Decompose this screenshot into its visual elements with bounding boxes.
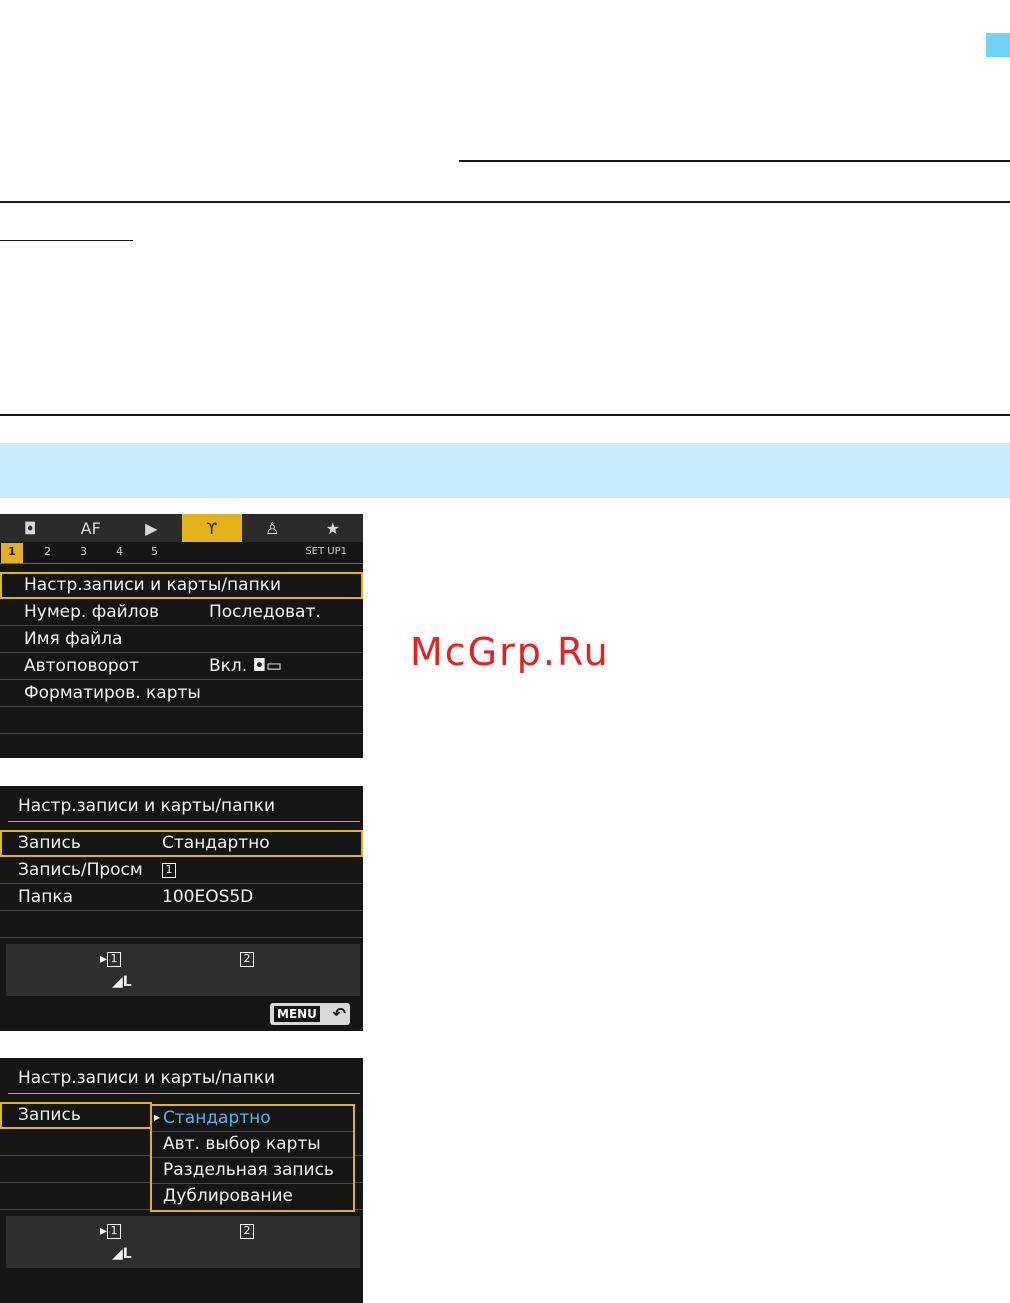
menu-item-file-name[interactable]: Имя файла bbox=[0, 626, 363, 653]
setting-value: Стандартно bbox=[162, 833, 270, 853]
camera-icon[interactable]: ◘ bbox=[0, 514, 61, 542]
option-auto-switch-card[interactable]: Авт. выбор карты bbox=[152, 1132, 353, 1158]
menu-item-empty bbox=[0, 734, 363, 758]
card-1-indicator: ▸ 1 bbox=[100, 951, 122, 967]
card-2-icon: 2 bbox=[240, 951, 254, 967]
record-func-options-screen: Настр.записи и карты/папки Запись ▸ Стан… bbox=[0, 1058, 363, 1303]
menu-item-record-card-folder[interactable]: Настр.записи и карты/папки bbox=[0, 572, 363, 599]
card-info-panel: ▸ 1 2 ◢L bbox=[6, 1216, 360, 1268]
header-rule-full bbox=[0, 201, 1010, 203]
option-label: Раздельная запись bbox=[163, 1160, 334, 1180]
card-2-icon: 2 bbox=[240, 1223, 254, 1239]
subtab-4[interactable]: 4 bbox=[116, 545, 123, 558]
subtab-3[interactable]: 3 bbox=[80, 545, 87, 558]
subtab-2[interactable]: 2 bbox=[44, 545, 51, 558]
setting-record-play[interactable]: Запись/Просм 1 bbox=[0, 857, 363, 884]
section-divider bbox=[0, 414, 1010, 416]
option-label: Дублирование bbox=[163, 1186, 293, 1206]
record-func-dropdown[interactable]: ▸ Стандартно Авт. выбор карты Раздельная… bbox=[150, 1104, 355, 1212]
option-rec-to-multiple[interactable]: Дублирование bbox=[152, 1184, 353, 1210]
card-1-icon: 1 bbox=[162, 862, 176, 878]
option-label: Авт. выбор карты bbox=[163, 1134, 321, 1154]
setting-value: 1 bbox=[162, 860, 176, 880]
setting-label: Папка bbox=[18, 887, 74, 907]
card-1-icon: 1 bbox=[107, 951, 122, 967]
section-heading-band bbox=[0, 443, 1010, 498]
menu-item-label: Имя файла bbox=[24, 629, 123, 649]
return-icon: ↶ bbox=[332, 1004, 346, 1023]
tab-af[interactable]: AF bbox=[61, 514, 122, 542]
play-icon[interactable]: ▶ bbox=[121, 514, 182, 542]
menu-back-button[interactable]: MENU ↶ bbox=[270, 1003, 350, 1025]
menu-item-value: Последоват. bbox=[209, 602, 321, 622]
menu-item-format-card[interactable]: Форматиров. карты bbox=[0, 680, 363, 707]
image-quality-indicator: ◢L bbox=[112, 1246, 132, 1262]
menu-subtab-bar: 1 2 3 4 5 SET UP1 bbox=[0, 542, 363, 564]
menu-label: MENU bbox=[274, 1006, 320, 1022]
menu-item-label: Настр.записи и карты/папки bbox=[24, 575, 282, 595]
custom-function-icon[interactable]: ♙ bbox=[242, 514, 303, 542]
card-2-indicator: 2 bbox=[240, 951, 254, 967]
wrench-icon[interactable]: ϒ bbox=[181, 514, 242, 542]
record-card-folder-screen: Настр.записи и карты/папки Запись Станда… bbox=[0, 786, 363, 1031]
card-1-indicator: ▸ 1 bbox=[100, 1223, 122, 1239]
selection-arrow-icon: ▸ bbox=[154, 1110, 161, 1124]
menu-item-label: Форматиров. карты bbox=[24, 683, 201, 703]
watermark: McGrp.Ru bbox=[410, 630, 610, 674]
subheader-underline bbox=[0, 240, 133, 241]
menu-tab-bar: ◘ AF ▶ ϒ ♙ ★ bbox=[0, 514, 363, 542]
setting-record-func[interactable]: Запись bbox=[0, 1102, 152, 1129]
subtab-1[interactable]: 1 bbox=[1, 543, 23, 563]
screen-title: Настр.записи и карты/папки bbox=[18, 1068, 276, 1088]
menu-item-file-numbering[interactable]: Нумер. файлов Последоват. bbox=[0, 599, 363, 626]
star-icon[interactable]: ★ bbox=[303, 514, 364, 542]
setting-folder[interactable]: Папка 100EOS5D bbox=[0, 884, 363, 911]
menu-item-label: Автоповорот bbox=[24, 656, 139, 676]
title-divider bbox=[8, 1093, 360, 1094]
camera-setup-menu-screen: ◘ AF ▶ ϒ ♙ ★ 1 2 3 4 5 SET UP1 Настр.зап… bbox=[0, 514, 363, 758]
header-rule-short bbox=[459, 160, 1010, 162]
section-tab-marker bbox=[986, 33, 1010, 57]
card-2-indicator: 2 bbox=[240, 1223, 254, 1239]
screen-title: Настр.записи и карты/папки bbox=[18, 796, 276, 816]
card-1-icon: 1 bbox=[107, 1223, 122, 1239]
menu-page-label: SET UP1 bbox=[305, 546, 347, 557]
subtab-5[interactable]: 5 bbox=[151, 545, 158, 558]
menu-item-auto-rotate[interactable]: Автоповорот Вкл. ◘▭ bbox=[0, 653, 363, 680]
card-info-panel: ▸ 1 2 ◢L bbox=[6, 944, 360, 996]
setting-record-func[interactable]: Запись Стандартно bbox=[0, 830, 363, 857]
option-label: Стандартно bbox=[163, 1108, 271, 1128]
menu-item-label: Нумер. файлов bbox=[24, 602, 160, 622]
image-quality-indicator: ◢L bbox=[112, 974, 132, 990]
setting-label: Запись/Просм bbox=[18, 860, 143, 880]
menu-item-value: Вкл. ◘▭ bbox=[209, 656, 283, 676]
option-standard[interactable]: ▸ Стандартно bbox=[152, 1106, 353, 1132]
setting-empty bbox=[0, 911, 363, 938]
option-rec-separately[interactable]: Раздельная запись bbox=[152, 1158, 353, 1184]
setting-label: Запись bbox=[18, 833, 81, 853]
title-divider bbox=[8, 821, 360, 822]
setting-value: 100EOS5D bbox=[162, 887, 254, 907]
menu-item-empty bbox=[0, 707, 363, 734]
setting-label: Запись bbox=[18, 1105, 81, 1125]
